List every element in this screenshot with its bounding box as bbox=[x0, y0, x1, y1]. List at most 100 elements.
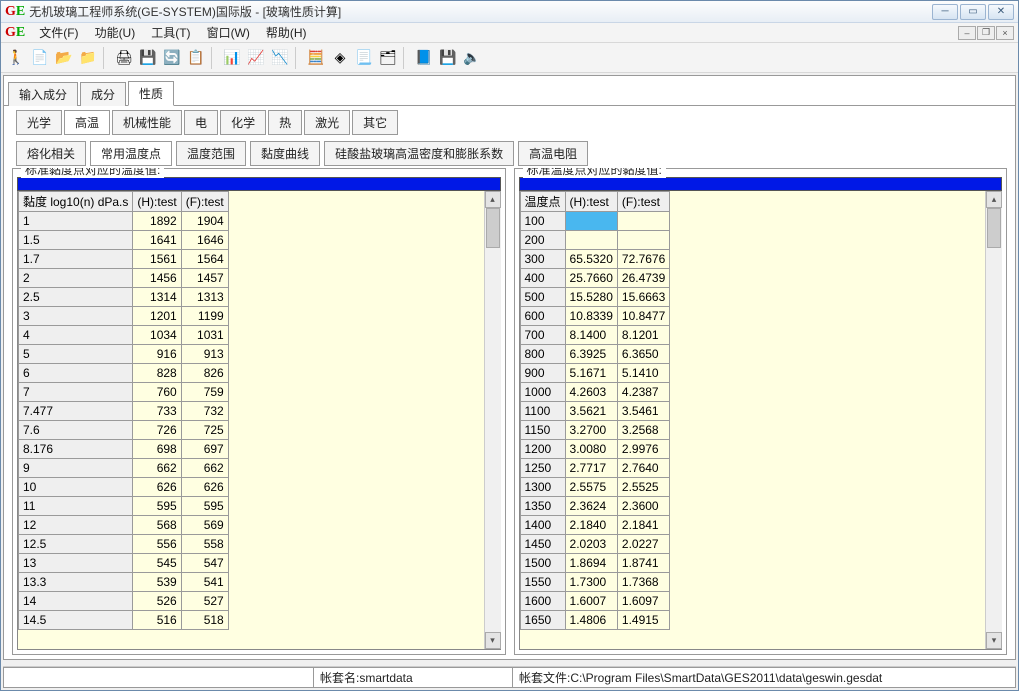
table-row[interactable]: 312011199 bbox=[19, 307, 229, 326]
toolbar-btn-15[interactable]: ◈ bbox=[329, 47, 351, 69]
scroll-down-icon[interactable]: ▾ bbox=[986, 632, 1002, 649]
toolbar-btn-7[interactable]: 🔄 bbox=[161, 47, 183, 69]
table-row[interactable]: 50015.528015.6663 bbox=[520, 288, 670, 307]
table-row[interactable]: 11503.27003.2568 bbox=[520, 421, 670, 440]
tab-comp[interactable]: 成分 bbox=[80, 82, 126, 106]
col-f-test[interactable]: (F):test bbox=[181, 192, 228, 212]
toolbar-btn-3[interactable]: 📁 bbox=[77, 47, 99, 69]
table-row[interactable]: 12003.00802.9976 bbox=[520, 440, 670, 459]
col-h-test[interactable]: (H):test bbox=[133, 192, 181, 212]
table-row[interactable]: 214561457 bbox=[19, 269, 229, 288]
table-row[interactable]: 13002.55752.5525 bbox=[520, 478, 670, 497]
table-row[interactable]: 6828826 bbox=[19, 364, 229, 383]
table-row[interactable]: 13545547 bbox=[19, 554, 229, 573]
col-f-test[interactable]: (F):test bbox=[617, 192, 669, 212]
table-row[interactable]: 15501.73001.7368 bbox=[520, 573, 670, 592]
maximize-button[interactable]: ▭ bbox=[960, 4, 986, 20]
col-temp[interactable]: 温度点 bbox=[520, 192, 565, 212]
toolbar-btn-6[interactable]: 💾 bbox=[137, 47, 159, 69]
table-row[interactable]: 10626626 bbox=[19, 478, 229, 497]
menu-window[interactable]: 窗口(W) bbox=[199, 22, 258, 43]
tab-optical[interactable]: 光学 bbox=[16, 110, 62, 135]
table-row[interactable]: 100 bbox=[520, 212, 670, 231]
left-scrollbar[interactable]: ▴ ▾ bbox=[484, 191, 501, 649]
table-row[interactable]: 60010.833910.8477 bbox=[520, 307, 670, 326]
tab-mech[interactable]: 机械性能 bbox=[112, 110, 182, 135]
subtab-melt[interactable]: 熔化相关 bbox=[16, 141, 86, 166]
toolbar-btn-8[interactable]: 📋 bbox=[185, 47, 207, 69]
table-row[interactable]: 13.3539541 bbox=[19, 573, 229, 592]
table-row[interactable]: 12.5556558 bbox=[19, 535, 229, 554]
table-row[interactable]: 7.477733732 bbox=[19, 402, 229, 421]
close-button[interactable]: ✕ bbox=[988, 4, 1014, 20]
tab-laser[interactable]: 激光 bbox=[304, 110, 350, 135]
table-row[interactable]: 1.516411646 bbox=[19, 231, 229, 250]
mdi-minimize-button[interactable]: – bbox=[958, 26, 976, 40]
tab-other[interactable]: 其它 bbox=[352, 110, 398, 135]
subtab-range[interactable]: 温度范围 bbox=[176, 141, 246, 166]
table-row[interactable]: 118921904 bbox=[19, 212, 229, 231]
menu-func[interactable]: 功能(U) bbox=[87, 22, 144, 43]
toolbar-btn-14[interactable]: 🧮 bbox=[305, 47, 327, 69]
tab-chem[interactable]: 化学 bbox=[220, 110, 266, 135]
table-row[interactable]: 16501.48061.4915 bbox=[520, 611, 670, 630]
toolbar-btn-5[interactable]: 🖨 bbox=[113, 47, 135, 69]
right-grid[interactable]: 温度点(H):test(F):test10020030065.532072.76… bbox=[520, 191, 753, 649]
scroll-thumb[interactable] bbox=[987, 208, 1001, 248]
menu-tools[interactable]: 工具(T) bbox=[143, 22, 198, 43]
menu-file[interactable]: 文件(F) bbox=[31, 22, 86, 43]
table-row[interactable]: 13502.36242.3600 bbox=[520, 497, 670, 516]
left-grid[interactable]: 黏度 log10(n) dPa.s(H):test(F):test1189219… bbox=[18, 191, 251, 649]
table-row[interactable]: 40025.766026.4739 bbox=[520, 269, 670, 288]
table-row[interactable]: 8.176698697 bbox=[19, 440, 229, 459]
menu-help[interactable]: 帮助(H) bbox=[258, 22, 315, 43]
scroll-up-icon[interactable]: ▴ bbox=[485, 191, 501, 208]
table-row[interactable]: 14002.18402.1841 bbox=[520, 516, 670, 535]
tab-hightemp[interactable]: 高温 bbox=[64, 110, 110, 135]
subtab-resistance[interactable]: 高温电阻 bbox=[518, 141, 588, 166]
tab-elec[interactable]: 电 bbox=[184, 110, 218, 135]
col-viscosity[interactable]: 黏度 log10(n) dPa.s bbox=[19, 192, 133, 212]
table-row[interactable]: 7760759 bbox=[19, 383, 229, 402]
scroll-thumb[interactable] bbox=[486, 208, 500, 248]
table-row[interactable]: 12502.77172.7640 bbox=[520, 459, 670, 478]
table-row[interactable]: 200 bbox=[520, 231, 670, 250]
table-row[interactable]: 410341031 bbox=[19, 326, 229, 345]
table-row[interactable]: 1.715611564 bbox=[19, 250, 229, 269]
subtab-common-temp[interactable]: 常用温度点 bbox=[90, 141, 172, 166]
toolbar-btn-2[interactable]: 📂 bbox=[53, 47, 75, 69]
table-row[interactable]: 7.6726725 bbox=[19, 421, 229, 440]
table-row[interactable]: 14526527 bbox=[19, 592, 229, 611]
table-row[interactable]: 15001.86941.8741 bbox=[520, 554, 670, 573]
table-row[interactable]: 11595595 bbox=[19, 497, 229, 516]
right-scrollbar[interactable]: ▴ ▾ bbox=[985, 191, 1002, 649]
table-row[interactable]: 9662662 bbox=[19, 459, 229, 478]
toolbar-btn-11[interactable]: 📈 bbox=[245, 47, 267, 69]
table-row[interactable]: 5916913 bbox=[19, 345, 229, 364]
toolbar-btn-12[interactable]: 📉 bbox=[269, 47, 291, 69]
table-row[interactable]: 16001.60071.6097 bbox=[520, 592, 670, 611]
table-row[interactable]: 30065.532072.7676 bbox=[520, 250, 670, 269]
tab-prop[interactable]: 性质 bbox=[128, 81, 174, 106]
mdi-close-button[interactable]: × bbox=[996, 26, 1014, 40]
toolbar-btn-16[interactable]: 📃 bbox=[353, 47, 375, 69]
tab-input-comp[interactable]: 输入成分 bbox=[8, 82, 78, 106]
minimize-button[interactable]: ─ bbox=[932, 4, 958, 20]
table-row[interactable]: 12568569 bbox=[19, 516, 229, 535]
subtab-silicate[interactable]: 硅酸盐玻璃高温密度和膨胀系数 bbox=[324, 141, 514, 166]
table-row[interactable]: 2.513141313 bbox=[19, 288, 229, 307]
table-row[interactable]: 7008.14008.1201 bbox=[520, 326, 670, 345]
table-row[interactable]: 8006.39256.3650 bbox=[520, 345, 670, 364]
table-row[interactable]: 10004.26034.2387 bbox=[520, 383, 670, 402]
tab-thermal[interactable]: 热 bbox=[268, 110, 302, 135]
toolbar-btn-17[interactable]: 🗂 bbox=[377, 47, 399, 69]
mdi-restore-button[interactable]: ❐ bbox=[977, 26, 995, 40]
scroll-down-icon[interactable]: ▾ bbox=[485, 632, 501, 649]
scroll-up-icon[interactable]: ▴ bbox=[986, 191, 1002, 208]
table-row[interactable]: 9005.16715.1410 bbox=[520, 364, 670, 383]
toolbar-btn-1[interactable]: 📄 bbox=[29, 47, 51, 69]
table-row[interactable]: 14502.02032.0227 bbox=[520, 535, 670, 554]
toolbar-btn-19[interactable]: 📘 bbox=[413, 47, 435, 69]
toolbar-btn-0[interactable]: 🚶 bbox=[5, 47, 27, 69]
table-row[interactable]: 11003.56213.5461 bbox=[520, 402, 670, 421]
